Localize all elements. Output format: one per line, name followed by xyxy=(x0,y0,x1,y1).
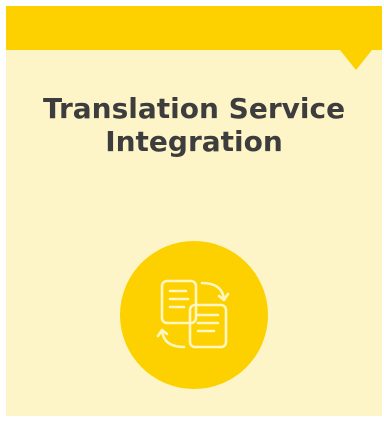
header-notch xyxy=(340,50,372,70)
card-title: Translation Service Integration xyxy=(6,92,382,158)
service-card: Translation Service Integration xyxy=(6,6,382,416)
card-title-line2: Integration xyxy=(105,125,283,158)
translation-documents-icon xyxy=(156,279,230,349)
card-header-bar xyxy=(6,6,382,50)
card-title-line1: Translation Service xyxy=(42,92,346,125)
icon-badge xyxy=(120,241,268,389)
